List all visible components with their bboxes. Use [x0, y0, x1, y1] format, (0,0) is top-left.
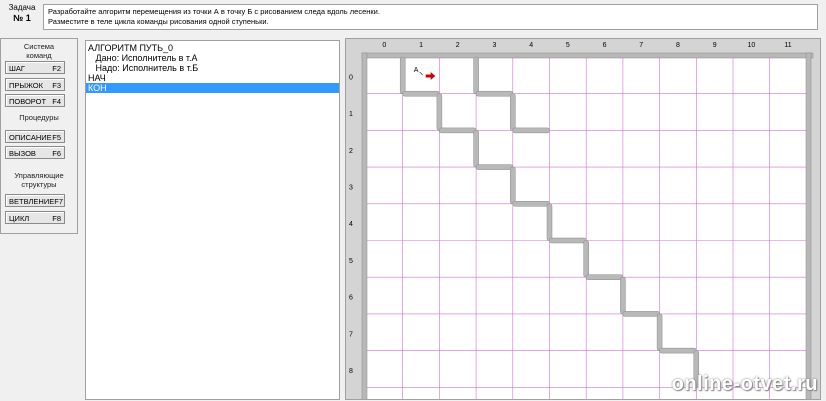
wall-segment: [656, 313, 663, 351]
wall-segment: [475, 90, 514, 97]
column-label: 7: [639, 42, 643, 49]
row-label: 0: [349, 74, 353, 81]
wall-segment: [622, 311, 660, 317]
command-panel: Система команд ШАГ F2 ПРЫЖОК F3 ПОВОРОТ …: [0, 38, 78, 234]
describe-button[interactable]: ОПИСАНИЕ F5: [5, 130, 65, 143]
point-a-label: А: [414, 67, 419, 74]
loop-label: ЦИКЛ: [9, 214, 30, 223]
task-description: Разработайте алгоритм перемещения из точ…: [43, 4, 818, 30]
column-label: 0: [382, 42, 386, 49]
wall-segment: [402, 90, 440, 97]
wall-segment: [512, 127, 550, 134]
branch-key: F7: [54, 197, 64, 206]
system-title: Система команд: [1, 42, 77, 60]
wall-segment: [546, 203, 553, 241]
describe-key: F5: [52, 133, 61, 142]
row-label: 3: [349, 184, 353, 191]
editor-line[interactable]: НАЧ: [86, 73, 339, 83]
column-label: 6: [603, 42, 607, 49]
control-title-line2: структуры: [21, 180, 57, 189]
wall-segment: [439, 127, 477, 134]
procedures-title: Процедуры: [19, 113, 59, 122]
row-label: 8: [349, 368, 353, 375]
turn-button[interactable]: ПОВОРОТ F4: [5, 94, 65, 107]
jump-button[interactable]: ПРЫЖОК F3: [5, 78, 65, 91]
control-title: Управляющие структуры: [1, 171, 77, 189]
row-label: 2: [349, 148, 353, 155]
field-background: [366, 57, 809, 401]
column-label: 5: [566, 42, 570, 49]
editor-line-selected[interactable]: КОН: [86, 83, 339, 93]
wall-segment: [473, 130, 479, 168]
jump-key: F3: [52, 81, 61, 90]
call-label: ВЫЗОВ: [9, 149, 36, 158]
wall-segment: [475, 164, 514, 170]
wall-segment: [659, 347, 697, 354]
task-label: Задача № 1: [2, 2, 42, 24]
turn-label: ПОВОРОТ: [9, 97, 47, 106]
describe-label: ОПИСАНИЕ: [9, 133, 52, 142]
watermark: online-otvet.ru: [671, 373, 818, 395]
editor-line[interactable]: Надо: Исполнитель в т.Б: [86, 63, 339, 73]
wall-segment: [510, 166, 516, 205]
column-label: 2: [456, 42, 460, 49]
turn-key: F4: [52, 97, 61, 106]
algorithm-editor[interactable]: АЛГОРИТМ ПУТЬ_0 Дано: Исполнитель в т.А …: [85, 40, 340, 400]
column-label: 9: [713, 42, 717, 49]
wall-segment: [399, 56, 406, 94]
system-title-line1: Система: [23, 42, 55, 51]
wall-segment: [549, 237, 587, 244]
task-number: № 1: [13, 13, 31, 23]
task-label-text: Задача: [8, 3, 36, 12]
column-label: 10: [747, 42, 755, 49]
wall-left: [361, 52, 368, 401]
editor-line[interactable]: АЛГОРИТМ ПУТЬ_0: [86, 43, 339, 53]
column-label: 4: [529, 42, 533, 49]
row-label: 7: [349, 331, 353, 338]
step-key: F2: [52, 64, 61, 73]
loop-button[interactable]: ЦИКЛ F8: [5, 211, 65, 224]
wall-segment: [436, 93, 443, 131]
column-label: 11: [784, 42, 791, 49]
step-button[interactable]: ШАГ F2: [5, 61, 65, 74]
column-label: 1: [419, 42, 423, 49]
task-text-line1: Разработайте алгоритм перемещения из точ…: [48, 7, 380, 16]
row-label: 5: [349, 258, 353, 265]
wall-segment: [583, 240, 589, 278]
system-title-line2: команд: [26, 51, 52, 60]
jump-label: ПРЫЖОК: [9, 81, 43, 90]
field-grid: 0 1 2 3 4 5 6 7 8 9 10 11 0 1 2 3 4 5 6 7 8 А: [349, 42, 814, 401]
wall-segment: [512, 201, 550, 207]
branch-label: ВЕТВЛЕНИЕ: [9, 197, 55, 206]
call-button[interactable]: ВЫЗОВ F6: [5, 146, 65, 159]
wall-segment: [620, 276, 626, 315]
wall-segment: [473, 56, 479, 94]
row-label: 6: [349, 295, 353, 302]
wall-segment: [585, 274, 624, 280]
column-label: 3: [492, 42, 496, 49]
branch-button[interactable]: ВЕТВЛЕНИЕ F7: [5, 194, 65, 207]
wall-segment: [510, 93, 516, 131]
task-text-line2: Разместите в теле цикла команды рисовани…: [48, 17, 269, 26]
call-key: F6: [52, 149, 61, 158]
control-title-line1: Управляющие: [14, 171, 64, 180]
loop-key: F8: [52, 214, 61, 223]
wall-right: [805, 52, 812, 401]
row-label: 1: [349, 111, 353, 118]
column-label: 8: [676, 42, 680, 49]
executor-field: 0 1 2 3 4 5 6 7 8 9 10 11 0 1 2 3 4 5 6 7 8 А: [345, 38, 821, 401]
row-label: 4: [349, 221, 353, 228]
step-label: ШАГ: [9, 64, 25, 73]
wall-top: [361, 52, 814, 59]
editor-line[interactable]: Дано: Исполнитель в т.А: [86, 53, 339, 63]
